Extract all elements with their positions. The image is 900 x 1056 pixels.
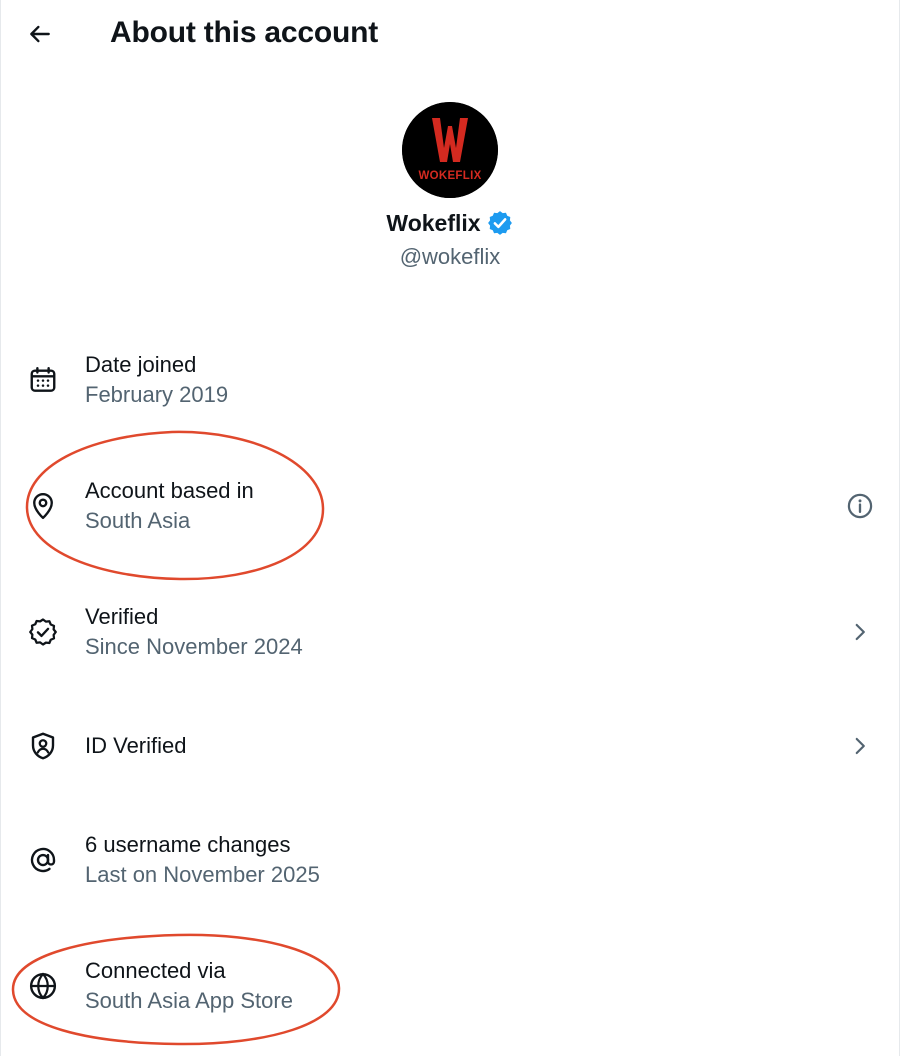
verified-badge-icon[interactable] — [486, 209, 514, 237]
row-connected-via: Connected via South Asia App Store — [0, 936, 900, 1036]
row-id-verified[interactable]: ID Verified — [0, 696, 900, 796]
handle: @wokeflix — [399, 244, 501, 269]
display-name: Wokeflix — [386, 210, 481, 236]
row-username-changes: 6 username changes Last on November 2025 — [0, 810, 900, 910]
verified-check-icon — [26, 615, 60, 649]
row-title: ID Verified — [85, 733, 187, 758]
at-sign-icon — [26, 843, 60, 877]
calendar-icon — [26, 363, 60, 397]
page-title: About this account — [110, 16, 379, 49]
row-title: Account based in — [85, 478, 254, 503]
arrow-left-icon — [30, 25, 50, 43]
row-title: Verified — [85, 604, 159, 629]
chevron-right-icon[interactable] — [844, 730, 876, 762]
row-subtitle: South Asia — [85, 508, 191, 533]
id-shield-icon — [26, 729, 60, 763]
row-title: Date joined — [85, 352, 197, 377]
about-account-page: About this account WOKEFLIX Wokeflix @wo… — [0, 0, 900, 1056]
row-title: 6 username changes — [85, 832, 291, 857]
row-subtitle: Last on November 2025 — [85, 862, 320, 887]
location-pin-icon — [26, 489, 60, 523]
back-button[interactable] — [18, 12, 62, 56]
row-subtitle: South Asia App Store — [85, 988, 293, 1013]
row-subtitle: February 2019 — [85, 382, 229, 407]
profile-name-row: Wokeflix — [0, 206, 900, 240]
row-subtitle: Since November 2024 — [85, 634, 303, 659]
wokeflix-logo: WOKEFLIX — [402, 102, 498, 198]
row-title: Connected via — [85, 958, 226, 983]
globe-icon — [26, 969, 60, 1003]
row-date-joined: Date joined February 2019 — [0, 330, 900, 430]
avatar[interactable]: WOKEFLIX — [402, 102, 498, 198]
svg-text:WOKEFLIX: WOKEFLIX — [418, 170, 481, 182]
row-verified[interactable]: Verified Since November 2024 — [0, 582, 900, 682]
row-account-based-in: Account based in South Asia — [0, 456, 900, 556]
chevron-right-icon[interactable] — [844, 616, 876, 648]
info-icon[interactable] — [844, 490, 876, 522]
